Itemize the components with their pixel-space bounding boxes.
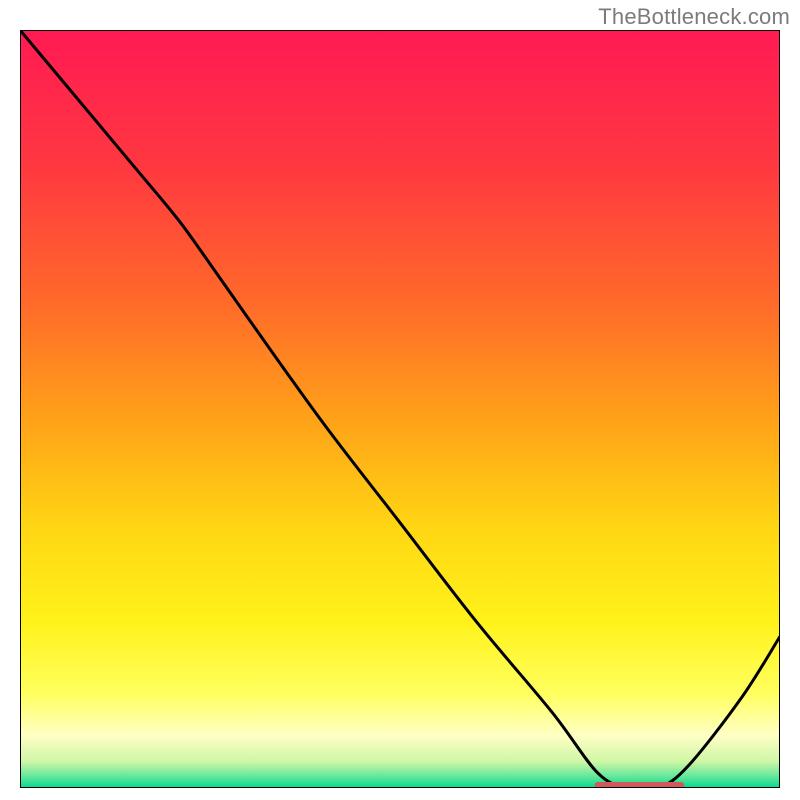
attribution-label: TheBottleneck.com bbox=[598, 4, 790, 30]
gradient-background bbox=[20, 30, 780, 788]
chart-stage: TheBottleneck.com bbox=[0, 0, 800, 800]
bottleneck-chart bbox=[20, 30, 780, 788]
